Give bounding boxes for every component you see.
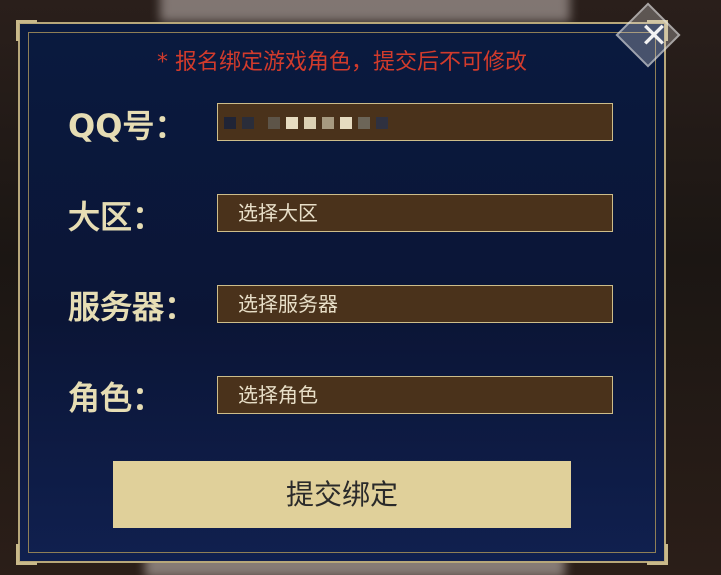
qq-label: QQ号： [68, 107, 187, 145]
server-select[interactable]: 选择服务器 [217, 285, 613, 323]
region-label: 大区： [68, 198, 165, 236]
corner-ornament-bottom-right [647, 544, 668, 565]
submit-binding-button[interactable]: 提交绑定 [113, 461, 571, 528]
region-select[interactable]: 选择大区 [217, 194, 613, 232]
role-label: 角色： [68, 379, 165, 417]
qq-field[interactable] [217, 103, 613, 141]
corner-ornament-top-left [16, 20, 37, 41]
role-select[interactable]: 选择角色 [217, 376, 613, 414]
corner-ornament-bottom-left [16, 544, 37, 565]
server-label: 服务器： [68, 288, 197, 326]
qq-masked-value [224, 117, 394, 129]
binding-notice: * 报名绑定游戏角色，提交后不可修改 [157, 50, 527, 75]
background-top-text-blur [160, 0, 570, 22]
